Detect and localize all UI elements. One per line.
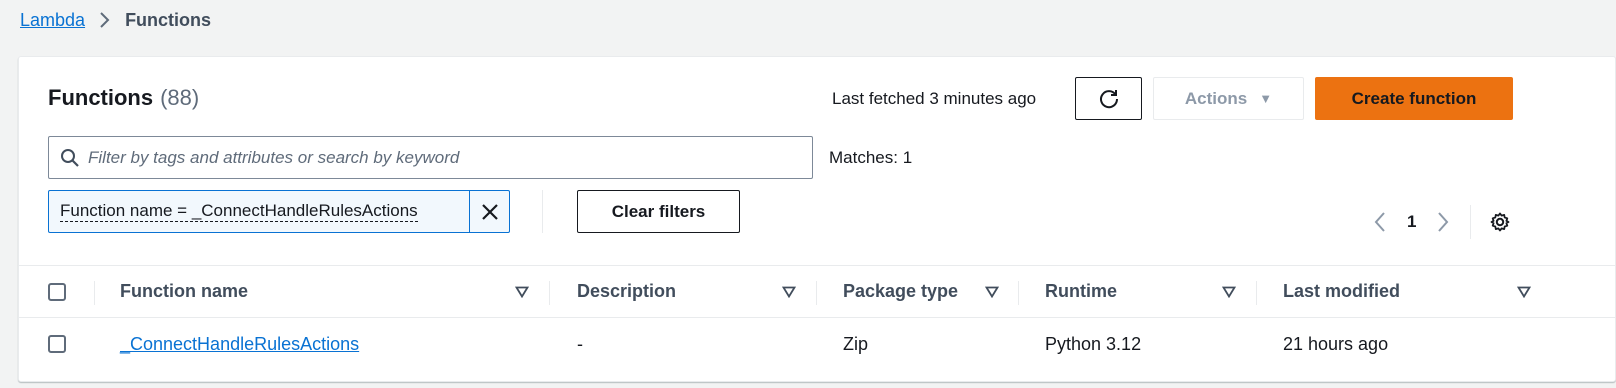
search-input[interactable] bbox=[88, 147, 788, 168]
sort-down-icon[interactable] bbox=[985, 266, 999, 317]
panel-title-text: Functions bbox=[48, 85, 154, 110]
column-divider bbox=[549, 281, 550, 305]
clear-filters-button[interactable]: Clear filters bbox=[577, 190, 740, 233]
row-checkbox[interactable] bbox=[48, 335, 66, 353]
column-header-function-name[interactable]: Function name bbox=[120, 266, 248, 317]
function-name-cell: _ConnectHandleRulesActions bbox=[120, 318, 359, 370]
remove-filter-button[interactable] bbox=[469, 191, 509, 232]
page-title: Functions (88) bbox=[48, 85, 199, 111]
search-filter-box[interactable] bbox=[48, 136, 813, 179]
last-fetched-text: Last fetched 3 minutes ago bbox=[832, 89, 1037, 108]
previous-page-icon[interactable] bbox=[1373, 211, 1387, 233]
refresh-icon bbox=[1098, 88, 1120, 110]
column-header-runtime[interactable]: Runtime bbox=[1045, 266, 1117, 317]
sort-down-icon[interactable] bbox=[1517, 266, 1531, 317]
function-count: (88) bbox=[160, 85, 200, 110]
breadcrumb-current: Functions bbox=[125, 9, 212, 30]
row-select-cell bbox=[48, 318, 66, 370]
pagination-divider bbox=[1470, 205, 1472, 239]
filter-token-label: Function name = _ConnectHandleRulesActio… bbox=[60, 201, 418, 222]
select-all-cell bbox=[48, 266, 66, 317]
table-row: _ConnectHandleRulesActions - Zip Python … bbox=[19, 318, 1615, 370]
breadcrumb-lambda-link[interactable]: Lambda bbox=[20, 10, 85, 31]
functions-panel: Functions (88) Last fetched 3 minutes ag… bbox=[18, 56, 1616, 382]
page-number-current[interactable]: 1 bbox=[1407, 212, 1416, 232]
caret-down-icon: ▼ bbox=[1259, 91, 1273, 106]
settings-gear-icon[interactable] bbox=[1489, 211, 1511, 233]
actions-label: Actions bbox=[1184, 88, 1248, 108]
close-icon bbox=[481, 203, 499, 221]
breadcrumb: Lambda Functions bbox=[20, 8, 211, 32]
description-cell: - bbox=[577, 333, 583, 354]
search-icon bbox=[60, 148, 80, 168]
column-header-description[interactable]: Description bbox=[577, 266, 676, 317]
filter-token: Function name = _ConnectHandleRulesActio… bbox=[48, 190, 510, 233]
matches-count: Matches: 1 bbox=[829, 148, 913, 167]
pagination: 1 bbox=[1373, 205, 1511, 239]
chevron-right-icon bbox=[99, 11, 111, 29]
function-name-link[interactable]: _ConnectHandleRulesActions bbox=[120, 334, 359, 355]
runtime-cell: Python 3.12 bbox=[1045, 333, 1142, 354]
select-all-checkbox[interactable] bbox=[48, 282, 66, 301]
column-header-last-modified[interactable]: Last modified bbox=[1283, 266, 1400, 317]
toolbar-divider bbox=[542, 190, 543, 233]
column-header-package-type[interactable]: Package type bbox=[843, 266, 958, 317]
sort-down-icon[interactable] bbox=[1222, 266, 1236, 317]
refresh-button[interactable] bbox=[1075, 77, 1142, 120]
sort-down-icon[interactable] bbox=[515, 266, 529, 317]
actions-dropdown-button[interactable]: Actions ▼ bbox=[1153, 77, 1304, 120]
last-modified-cell: 21 hours ago bbox=[1283, 333, 1389, 354]
sort-down-icon[interactable] bbox=[782, 266, 796, 317]
filter-token-label-wrap[interactable]: Function name = _ConnectHandleRulesActio… bbox=[49, 191, 469, 232]
create-function-button[interactable]: Create function bbox=[1315, 77, 1513, 120]
column-divider bbox=[816, 281, 817, 305]
column-divider bbox=[1018, 281, 1019, 305]
column-divider bbox=[94, 281, 95, 305]
column-divider bbox=[1256, 281, 1257, 305]
next-page-icon[interactable] bbox=[1436, 211, 1450, 233]
table-header-row: Function name Description Package type R… bbox=[19, 265, 1615, 318]
package-type-cell: Zip bbox=[843, 333, 869, 354]
